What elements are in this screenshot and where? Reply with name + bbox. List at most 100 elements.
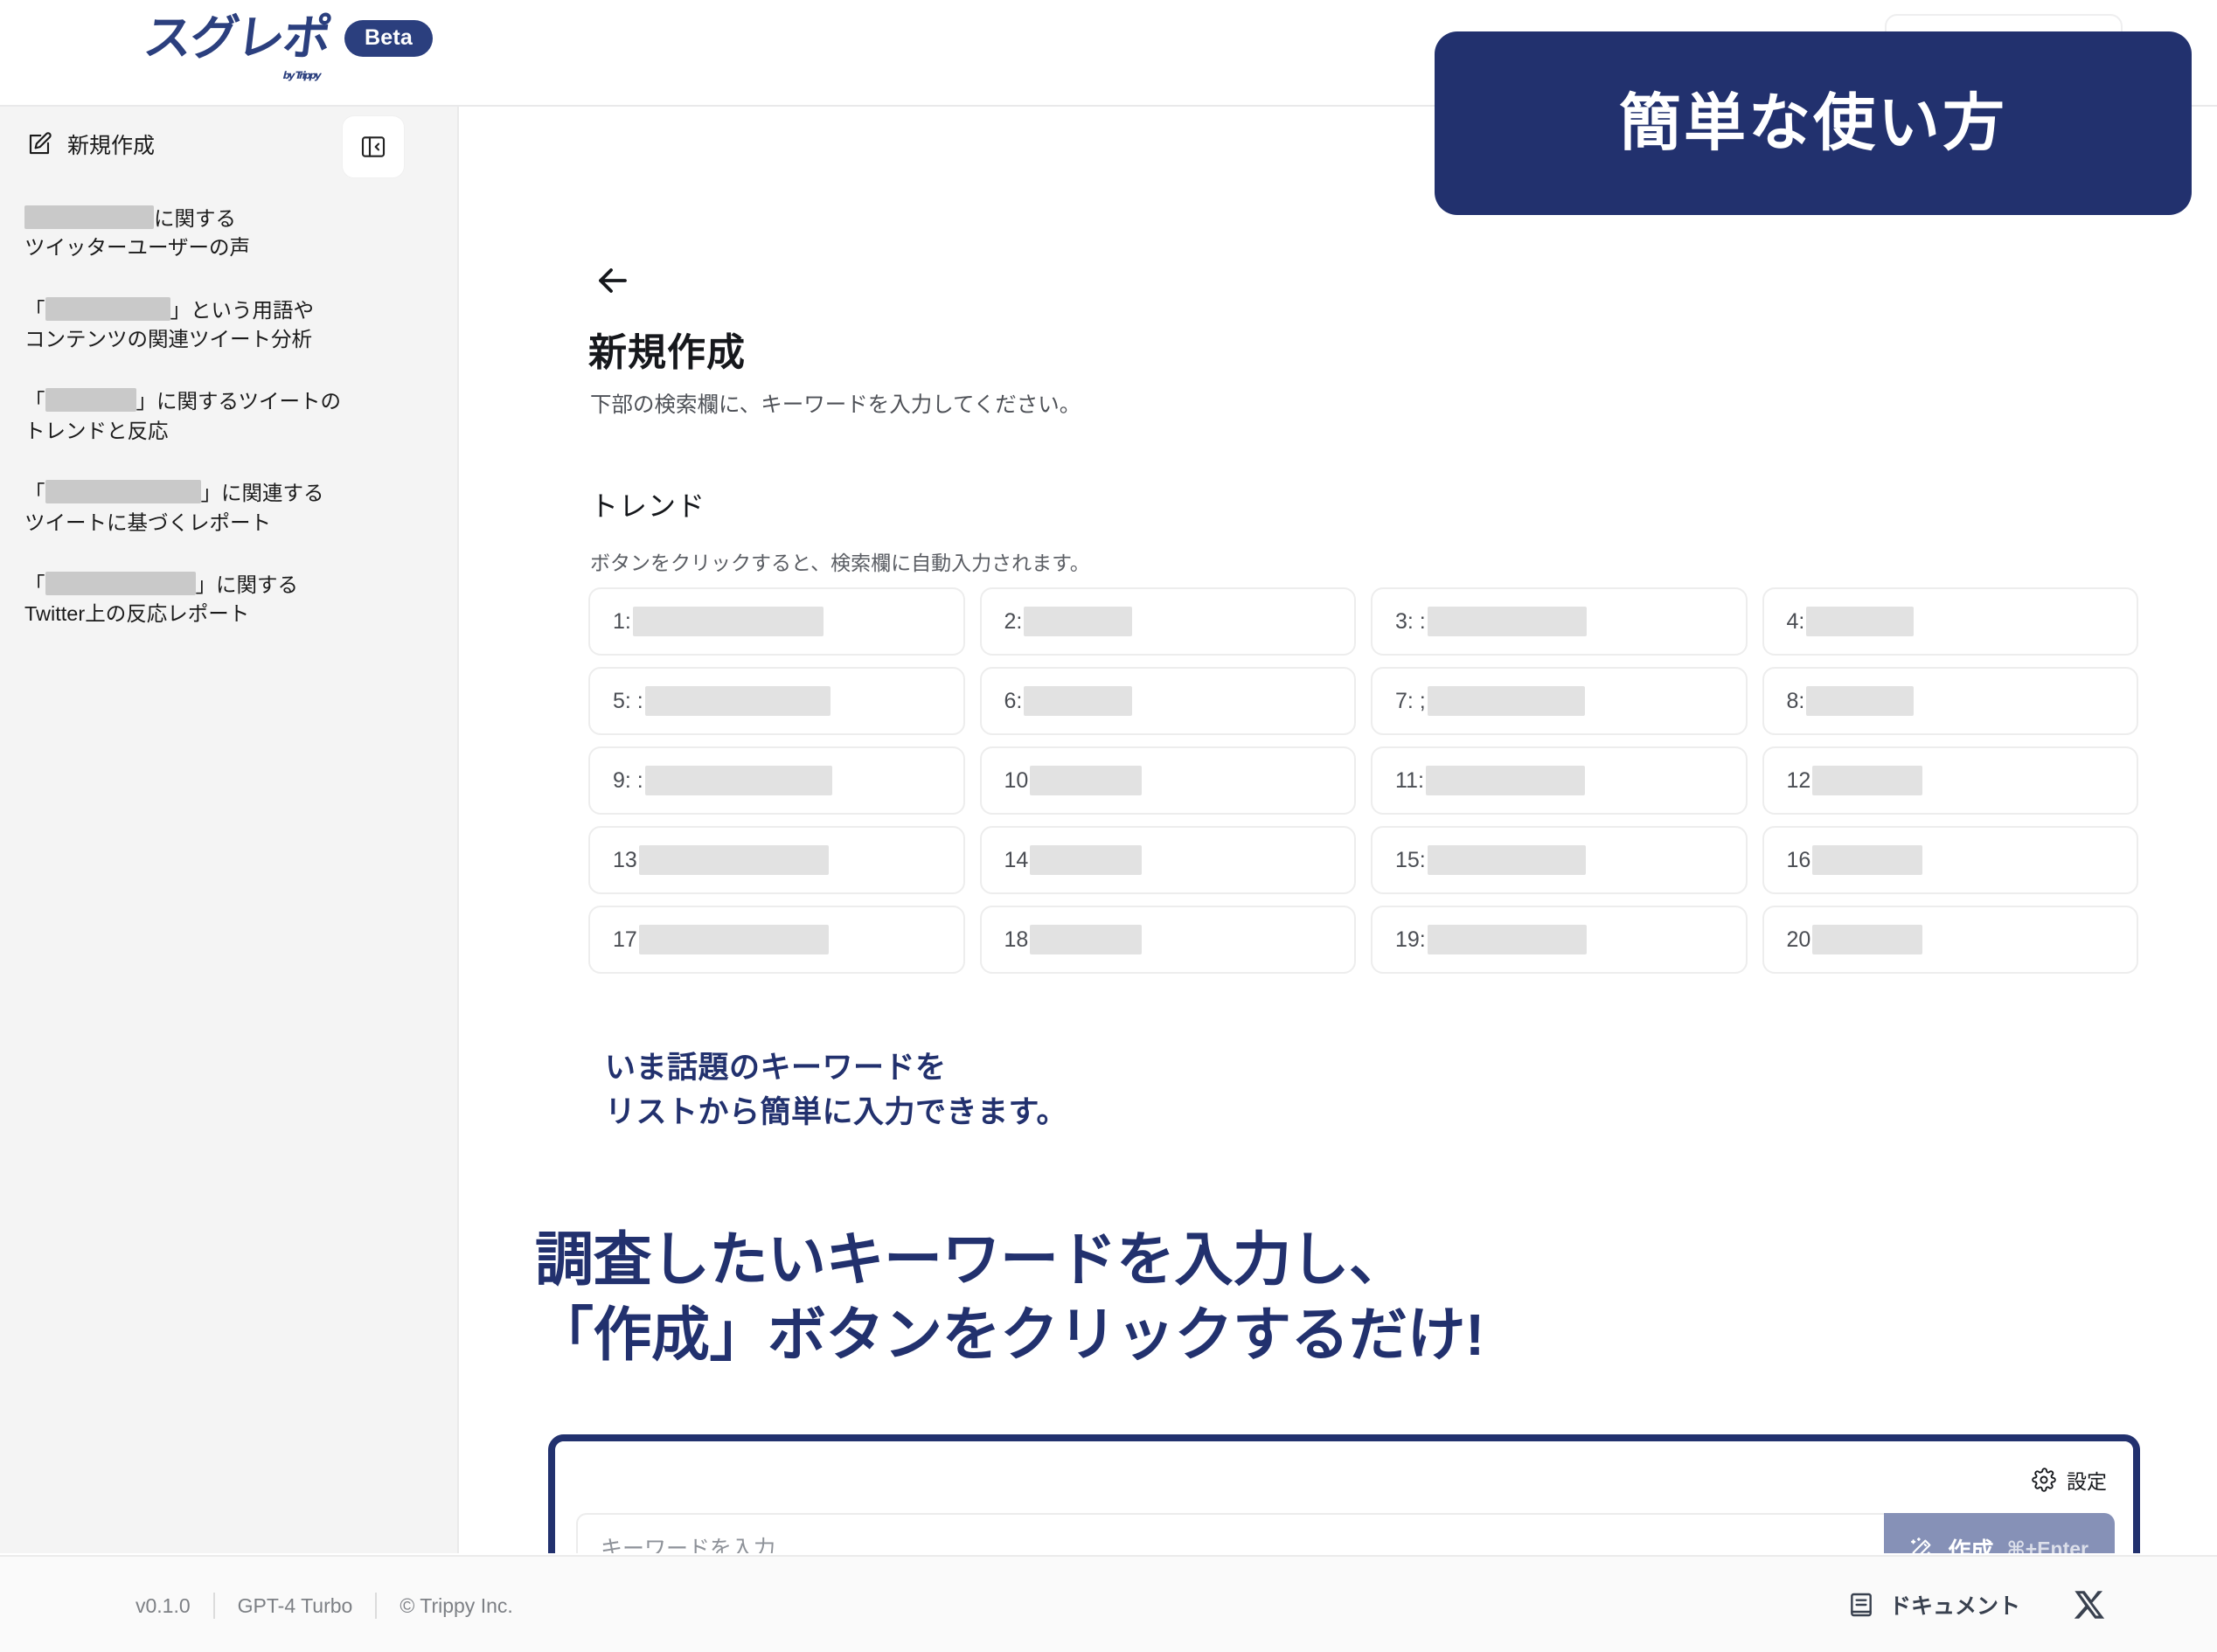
redacted-trend-keyword xyxy=(1806,686,1915,716)
trend-button[interactable]: 2: xyxy=(979,587,1356,656)
trend-button-number: 13 xyxy=(613,847,637,872)
trend-button[interactable]: 8: xyxy=(1762,667,2138,735)
settings-label: 設定 xyxy=(2067,1470,2107,1493)
trend-button[interactable]: 6: xyxy=(979,667,1356,735)
footer-separator xyxy=(212,1593,215,1619)
trend-button[interactable]: 7: ; xyxy=(1371,667,1748,735)
trend-button-number: 18 xyxy=(1004,927,1029,952)
back-arrow-icon xyxy=(599,268,627,293)
trend-button[interactable]: 17 xyxy=(588,906,965,974)
trend-button[interactable]: 14 xyxy=(979,826,1356,894)
sidebar-item-new-report[interactable]: 新規作成 xyxy=(26,128,155,160)
redacted-trend-keyword xyxy=(1812,925,1923,954)
footer-copyright: © Trippy Inc. xyxy=(400,1593,513,1617)
composer-highlight-outline: 設定 作成 xyxy=(548,1434,2140,1553)
trend-button[interactable]: 13 xyxy=(588,826,965,894)
how-to-use-banner-text: 簡単な使い方 xyxy=(1618,88,2007,158)
footer-version: v0.1.0 xyxy=(136,1593,191,1617)
trend-button[interactable]: 19: xyxy=(1371,906,1748,974)
sidebar-history-item[interactable]: 「 」という用語や コンテンツの関連ツイート分析 xyxy=(24,296,434,355)
trend-button-number: 19: xyxy=(1395,927,1426,952)
trend-section-heading: トレンド xyxy=(590,490,706,522)
redacted-trend-keyword xyxy=(1024,607,1133,636)
keyword-input[interactable] xyxy=(576,1513,1885,1553)
redacted-trend-keyword xyxy=(1024,686,1133,716)
redacted-keyword xyxy=(45,571,196,595)
redacted-trend-keyword xyxy=(1806,607,1915,636)
trend-button-number: 11: xyxy=(1395,767,1424,793)
create-button[interactable]: 作成 ⌘+Enter xyxy=(1884,1513,2115,1553)
trend-button-number: 20 xyxy=(1786,927,1811,952)
trend-button-number: 12 xyxy=(1786,767,1811,793)
redacted-trend-keyword xyxy=(1030,925,1143,954)
footer-model: GPT-4 Turbo xyxy=(237,1593,353,1617)
sidebar-history-item[interactable]: に関する ツイッターユーザーの声 xyxy=(24,205,434,263)
redacted-trend-keyword xyxy=(1425,766,1585,795)
logo[interactable]: スグレポ by Trippy Beta xyxy=(141,10,434,81)
trend-button[interactable]: 15: xyxy=(1371,826,1748,894)
trend-button[interactable]: 4: xyxy=(1762,587,2138,656)
x-link[interactable] xyxy=(2071,1586,2108,1623)
sidebar-history-item[interactable]: 「 」に関連する ツイートに基づくレポート xyxy=(24,479,434,538)
promo-headline-line-2: 「作成」ボタンをクリックするだけ! xyxy=(535,1301,1484,1368)
trend-annotation: いま話題のキーワードを リストから簡単に入力できます。 xyxy=(605,1046,1067,1135)
composer: 設定 作成 xyxy=(555,1441,2133,1553)
history-text: Twitter上の反応レポート xyxy=(24,602,250,626)
history-text: コンテンツの関連ツイート分析 xyxy=(24,328,312,351)
gear-icon xyxy=(2032,1468,2056,1492)
history-prefix: 「 xyxy=(24,482,45,505)
trend-button-number: 5: : xyxy=(613,688,643,713)
trend-button[interactable]: 10 xyxy=(979,746,1356,815)
trend-button[interactable]: 3: : xyxy=(1371,587,1748,656)
trend-button-grid: 1: 2: 3: : 4: 5: : 6: 7: ; 8: 9: : 10 11: 12 13 14 15:… xyxy=(588,587,2138,974)
redacted-trend-keyword xyxy=(638,925,829,954)
trend-button[interactable]: 1: xyxy=(588,587,965,656)
trend-annotation-line-1: いま話題のキーワードを xyxy=(605,1051,947,1085)
sidebar: 新規作成 に関する ツイッターユーザーの声「 」という用語やコンテンツの関連ツイート… xyxy=(0,107,459,1553)
trend-button-number: 3: : xyxy=(1395,608,1426,634)
sidebar-history-item[interactable]: 「 」に関するツイートの トレンドと反応 xyxy=(24,387,434,446)
footer-links: ドキュメント xyxy=(1847,1586,2108,1623)
trend-button[interactable]: 18 xyxy=(979,906,1356,974)
trend-button-number: 10 xyxy=(1004,767,1029,793)
sidebar-collapse-button[interactable] xyxy=(342,115,405,178)
history-text: 」という用語や xyxy=(170,298,315,322)
sidebar-history-list: に関する ツイッターユーザーの声「」という用語や コンテンツの関連ツイート分析「」に… xyxy=(0,205,459,663)
redacted-keyword xyxy=(45,480,201,504)
logo-wordmark: スグレポ by Trippy xyxy=(141,10,333,81)
history-prefix: 「 xyxy=(24,390,45,413)
history-prefix: 「 xyxy=(24,573,45,596)
settings-button[interactable]: 設定 xyxy=(2032,1465,2107,1495)
create-button-shortcut: ⌘+Enter xyxy=(2006,1537,2088,1554)
trend-button[interactable]: 11: xyxy=(1371,746,1748,815)
redacted-trend-keyword xyxy=(638,845,829,875)
page-title: 新規作成 xyxy=(588,331,746,374)
trend-section-subtitle: ボタンをクリックすると、検索欄に自動入力されます。 xyxy=(590,552,1090,574)
redacted-keyword xyxy=(45,388,136,413)
trend-button[interactable]: 5: : xyxy=(588,667,965,735)
redacted-trend-keyword xyxy=(644,766,832,795)
app-footer: v0.1.0 GPT-4 Turbo © Trippy Inc. ドキュメント xyxy=(0,1555,2217,1652)
footer-separator xyxy=(375,1593,378,1619)
trend-annotation-line-2: リストから簡単に入力できます。 xyxy=(605,1094,1068,1129)
trend-button-number: 9: : xyxy=(613,767,643,793)
x-logo-icon xyxy=(2074,1591,2105,1619)
documentation-link[interactable]: ドキュメント xyxy=(1847,1589,2020,1621)
trend-button[interactable]: 9: : xyxy=(588,746,965,815)
trend-button-number: 15: xyxy=(1395,847,1426,872)
sidebar-history-item[interactable]: 「 」に関する Twitter上の反応レポート xyxy=(24,571,434,629)
redacted-keyword xyxy=(24,205,154,229)
trend-button[interactable]: 16 xyxy=(1762,826,2138,894)
create-button-label: 作成 xyxy=(1948,1537,1994,1554)
redacted-trend-keyword xyxy=(1030,766,1143,795)
history-text: ツイッターユーザーの声 xyxy=(24,236,251,260)
history-text: トレンドと反応 xyxy=(24,419,169,442)
redacted-trend-keyword xyxy=(644,686,831,716)
sidebar-new-report-label: 新規作成 xyxy=(67,134,156,158)
history-text: 」に関連する xyxy=(200,482,324,505)
back-button[interactable] xyxy=(592,260,634,302)
sidebar-header: 新規作成 xyxy=(0,107,457,203)
logo-text: スグレポ xyxy=(141,10,334,66)
trend-button[interactable]: 20 xyxy=(1762,906,2138,974)
trend-button[interactable]: 12 xyxy=(1762,746,2138,815)
